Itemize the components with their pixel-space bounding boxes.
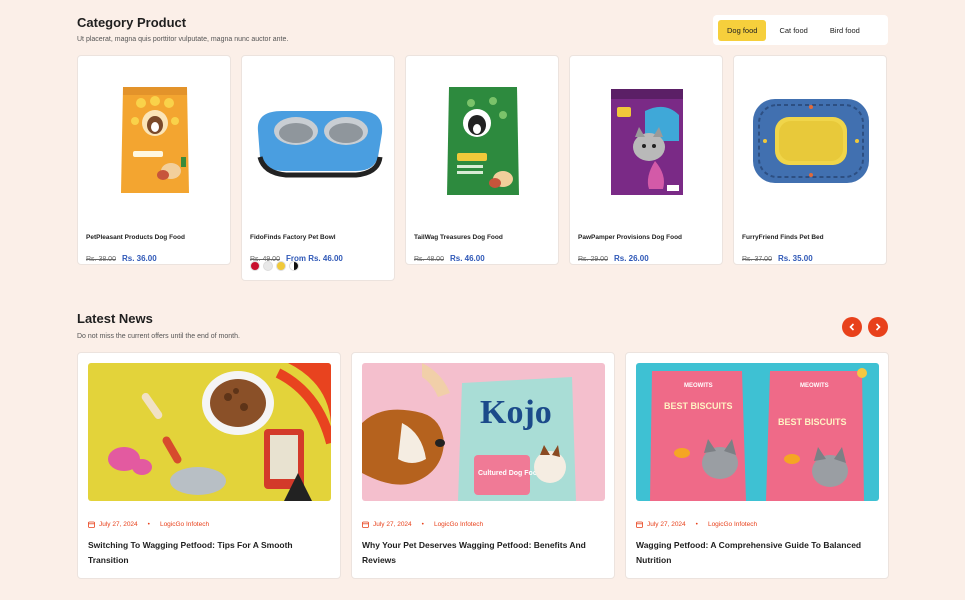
old-price: Rs. 38.00 — [86, 256, 116, 263]
news-image-pet-toys[interactable] — [88, 363, 331, 501]
tab-dog-food[interactable]: Dog food — [718, 19, 767, 41]
old-price: Rs. 29.00 — [578, 256, 608, 263]
news-card[interactable]: July 27, 2024 • LogicGo Infotech Switchi… — [77, 352, 341, 579]
sale-price: Rs. 26.00 — [613, 254, 649, 263]
news-date: July 27, 2024 — [373, 521, 412, 528]
category-title: Category Product — [77, 15, 187, 30]
product-card[interactable]: PetPleasant Products Dog Food Rs. 38.00 R… — [77, 55, 231, 265]
product-prices: Rs. 48.00 Rs. 46.00 — [414, 248, 485, 266]
product-image[interactable] — [570, 56, 724, 226]
news-card[interactable]: Kojo Cultured Dog Food July 27, 2024 • L… — [351, 352, 615, 579]
product-image[interactable] — [78, 56, 232, 226]
chevron-right-icon — [875, 323, 881, 331]
calendar-icon — [88, 521, 95, 528]
tab-bird-food[interactable]: Bird food — [821, 20, 869, 41]
product-name[interactable]: PetPleasant Products Dog Food — [86, 234, 185, 241]
news-meta: July 27, 2024 • LogicGo Infotech — [362, 521, 483, 528]
product-card[interactable]: FurryFriend Finds Pet Bed Rs. 37.00 Rs. 3… — [733, 55, 887, 265]
news-card[interactable]: MEOWITS BEST BISCUITS MEOWITS BEST BISCU… — [625, 352, 889, 579]
product-name[interactable]: TailWag Treasures Dog Food — [414, 234, 503, 241]
pet-bed-icon — [753, 99, 869, 183]
kojo-sub-text: Cultured Dog Food — [478, 470, 541, 477]
product-card[interactable]: FidoFinds Factory Pet Bowl Rs. 49.00 From… — [241, 55, 395, 281]
news-meta: July 27, 2024 • LogicGo Infotech — [88, 521, 209, 528]
swatch-yellow[interactable] — [276, 261, 286, 271]
calendar-icon — [362, 521, 369, 528]
sale-price: Rs. 35.00 — [777, 254, 813, 263]
kojo-brand-text: Kojo — [480, 394, 552, 431]
pet-bowl-blue-icon — [257, 111, 383, 178]
separator-dot: • — [421, 521, 424, 528]
product-image[interactable] — [406, 56, 560, 226]
news-prev-button[interactable] — [842, 317, 862, 337]
news-title-link[interactable]: Switching To Wagging Petfood: Tips For A… — [88, 538, 333, 568]
news-author[interactable]: LogicGo Infotech — [160, 521, 209, 528]
news-title: Latest News — [77, 311, 153, 326]
sale-price: Rs. 36.00 — [121, 254, 157, 263]
swatch-red[interactable] — [250, 261, 260, 271]
meowits-brand-left: MEOWITS — [684, 383, 713, 389]
product-prices: Rs. 38.00 Rs. 36.00 — [86, 248, 157, 266]
news-subtitle: Do not miss the current offers until the… — [77, 333, 240, 340]
product-name[interactable]: FurryFriend Finds Pet Bed — [742, 234, 824, 241]
news-author[interactable]: LogicGo Infotech — [434, 521, 483, 528]
sale-price: Rs. 46.00 — [449, 254, 485, 263]
old-price: Rs. 48.00 — [414, 256, 444, 263]
product-prices: Rs. 29.00 Rs. 26.00 — [578, 248, 649, 266]
news-next-button[interactable] — [868, 317, 888, 337]
news-image-meowits-biscuits[interactable]: MEOWITS BEST BISCUITS MEOWITS BEST BISCU… — [636, 363, 879, 501]
dog-food-bag-orange-icon — [121, 87, 189, 193]
tab-cat-food[interactable]: Cat food — [770, 20, 816, 41]
news-list: July 27, 2024 • LogicGo Infotech Switchi… — [77, 352, 889, 579]
product-name[interactable]: PawPamper Provisions Dog Food — [578, 234, 682, 241]
product-name[interactable]: FidoFinds Factory Pet Bowl — [250, 234, 336, 241]
product-image[interactable] — [734, 56, 888, 226]
news-image-kojo-dog-food[interactable]: Kojo Cultured Dog Food — [362, 363, 605, 501]
category-tabs: Dog food Cat food Bird food — [713, 15, 888, 45]
product-grid: PetPleasant Products Dog Food Rs. 38.00 R… — [77, 55, 887, 281]
dog-food-bag-green-icon — [447, 87, 519, 195]
swatch-white[interactable] — [263, 261, 273, 271]
product-card[interactable]: PawPamper Provisions Dog Food Rs. 29.00 R… — [569, 55, 723, 265]
product-card[interactable]: TailWag Treasures Dog Food Rs. 48.00 Rs. … — [405, 55, 559, 265]
news-date: July 27, 2024 — [99, 521, 138, 528]
calendar-icon — [636, 521, 643, 528]
news-meta: July 27, 2024 • LogicGo Infotech — [636, 521, 757, 528]
old-price: Rs. 37.00 — [742, 256, 772, 263]
product-image[interactable] — [242, 56, 396, 226]
product-prices: Rs. 37.00 Rs. 35.00 — [742, 248, 813, 266]
news-title-link[interactable]: Why Your Pet Deserves Wagging Petfood: B… — [362, 538, 607, 568]
news-title-link[interactable]: Wagging Petfood: A Comprehensive Guide T… — [636, 538, 881, 568]
chevron-left-icon — [849, 323, 855, 331]
swatch-black[interactable] — [289, 261, 299, 271]
biscuits-text-left: BEST BISCUITS — [664, 401, 733, 411]
news-date: July 27, 2024 — [647, 521, 686, 528]
separator-dot: • — [147, 521, 150, 528]
news-author[interactable]: LogicGo Infotech — [708, 521, 757, 528]
cat-food-bag-purple-icon — [611, 89, 683, 195]
biscuits-text-right: BEST BISCUITS — [778, 417, 847, 427]
color-swatches — [250, 261, 299, 271]
category-subtitle: Ut placerat, magna quis porttitor vulput… — [77, 36, 289, 43]
separator-dot: • — [695, 521, 698, 528]
meowits-brand-right: MEOWITS — [800, 383, 829, 389]
